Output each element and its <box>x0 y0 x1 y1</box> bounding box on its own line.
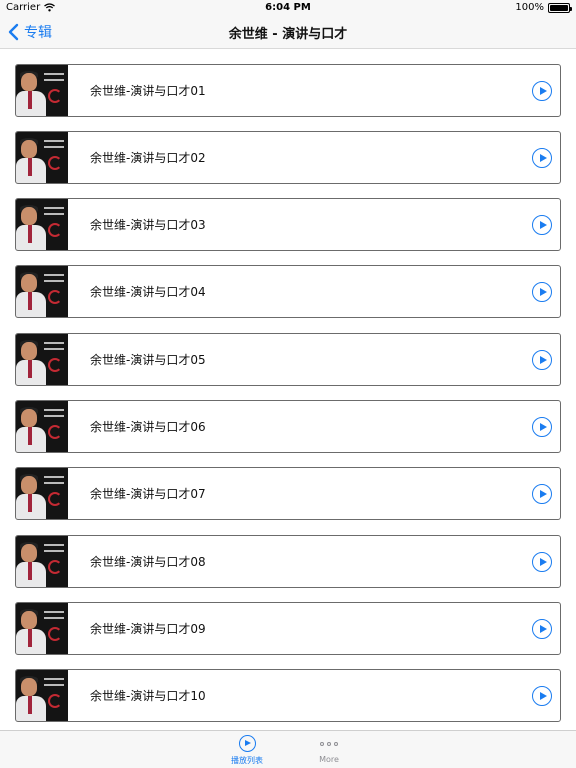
back-button-label: 专辑 <box>24 25 52 41</box>
play-circle-icon[interactable] <box>532 618 552 639</box>
episode-title: 余世维-演讲与口才09 <box>90 622 206 636</box>
play-circle-icon[interactable] <box>532 483 552 504</box>
list-item[interactable]: 余世维-演讲与口才08 <box>15 535 561 588</box>
album-thumbnail <box>16 536 68 587</box>
status-bar: Carrier 6:04 PM 100% <box>0 0 576 16</box>
battery-percent: 100% <box>515 2 544 13</box>
status-time: 6:04 PM <box>265 2 311 13</box>
tab-playlist-label: 播放列表 <box>231 756 263 765</box>
episode-title: 余世维-演讲与口才07 <box>90 487 206 501</box>
play-circle-icon[interactable] <box>532 349 552 370</box>
play-circle-icon[interactable] <box>532 147 552 168</box>
album-thumbnail <box>16 266 68 317</box>
episode-title: 余世维-演讲与口才03 <box>90 218 206 232</box>
list-item[interactable]: 余世维-演讲与口才07 <box>15 467 561 520</box>
navigation-bar: 专辑 余世维 - 演讲与口才 <box>0 16 576 49</box>
tab-playlist[interactable]: 播放列表 <box>219 735 275 766</box>
album-thumbnail <box>16 468 68 519</box>
chevron-left-icon <box>8 23 19 41</box>
back-button[interactable]: 专辑 <box>6 21 52 43</box>
episode-title: 余世维-演讲与口才05 <box>90 353 206 367</box>
list-item[interactable]: 余世维-演讲与口才09 <box>15 602 561 655</box>
list-item[interactable]: 余世维-演讲与口才05 <box>15 333 561 386</box>
episode-title: 余世维-演讲与口才06 <box>90 420 206 434</box>
tab-bar: 播放列表 More <box>0 730 576 768</box>
play-circle-icon[interactable] <box>532 214 552 235</box>
play-circle-icon[interactable] <box>532 416 552 437</box>
album-thumbnail <box>16 65 68 116</box>
episode-title: 余世维-演讲与口才10 <box>90 689 206 703</box>
page-title: 余世维 - 演讲与口才 <box>228 27 348 42</box>
play-circle-icon[interactable] <box>532 281 552 302</box>
list-item[interactable]: 余世维-演讲与口才04 <box>15 265 561 318</box>
play-circle-icon <box>238 735 256 752</box>
list-item[interactable]: 余世维-演讲与口才02 <box>15 131 561 184</box>
episode-title: 余世维-演讲与口才04 <box>90 285 206 299</box>
episode-title: 余世维-演讲与口才02 <box>90 151 206 165</box>
list-item[interactable]: 余世维-演讲与口才06 <box>15 400 561 453</box>
tab-more[interactable]: More <box>301 735 357 764</box>
episode-title: 余世维-演讲与口才08 <box>90 555 206 569</box>
episode-title: 余世维-演讲与口才01 <box>90 84 206 98</box>
tab-more-label: More <box>319 755 339 764</box>
play-circle-icon[interactable] <box>532 685 552 706</box>
list-item[interactable]: 余世维-演讲与口才10 <box>15 669 561 722</box>
play-circle-icon[interactable] <box>532 551 552 572</box>
album-thumbnail <box>16 199 68 250</box>
list-item[interactable]: 余世维-演讲与口才03 <box>15 198 561 251</box>
album-thumbnail <box>16 401 68 452</box>
album-thumbnail <box>16 132 68 183</box>
more-dots-icon <box>301 735 357 752</box>
list-item[interactable]: 余世维-演讲与口才01 <box>15 64 561 117</box>
album-thumbnail <box>16 670 68 721</box>
app-window: Carrier 6:04 PM 100% 专辑 余世维 - 演讲与口才 余世维-… <box>0 0 576 768</box>
battery-icon <box>548 2 572 13</box>
play-circle-icon[interactable] <box>532 80 552 101</box>
album-thumbnail <box>16 603 68 654</box>
episode-list: 余世维-演讲与口才01 余世维-演讲与口才02 余世维-演讲与口才03 余世维-… <box>0 49 576 730</box>
album-thumbnail <box>16 334 68 385</box>
status-right: 100% <box>515 2 572 13</box>
